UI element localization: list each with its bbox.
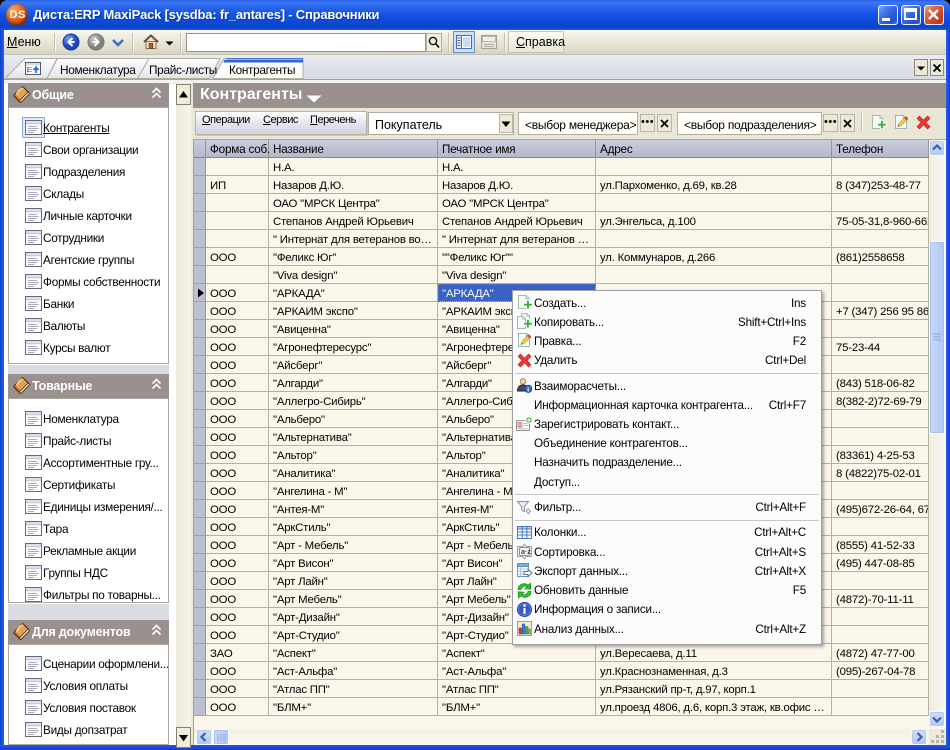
svg-text:a·z: a·z [521,549,531,556]
svg-text:i: i [527,386,529,393]
